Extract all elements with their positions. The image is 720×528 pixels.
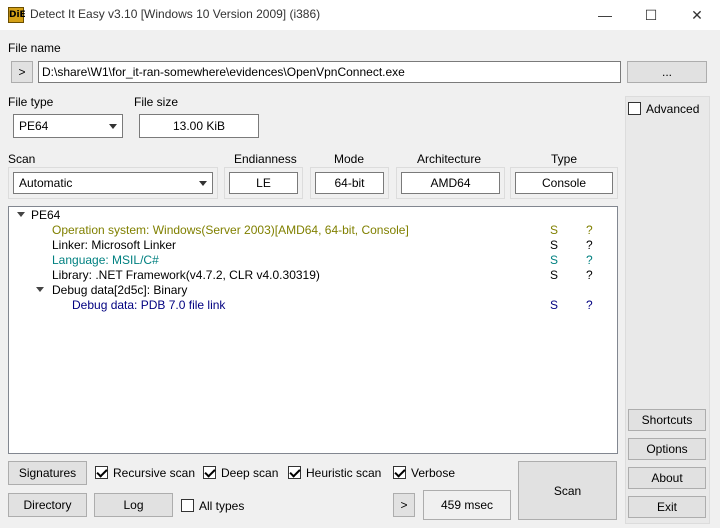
result-text: Language: MSIL/C# [52, 253, 159, 267]
heuristic-scan-label: Heuristic scan [306, 466, 382, 480]
advanced-checkbox[interactable] [628, 102, 641, 115]
close-button[interactable]: ✕ [674, 0, 720, 30]
deep-scan-checkbox[interactable] [203, 466, 216, 479]
expand-arrow-icon[interactable] [17, 212, 25, 217]
all-types-label: All types [199, 499, 245, 513]
expand-arrow-icon[interactable] [36, 287, 44, 292]
heuristic-scan-checkbox[interactable] [288, 466, 301, 479]
verbose-checkbox[interactable] [393, 466, 406, 479]
result-text: Library: .NET Framework(v4.7.2, CLR v4.0… [52, 268, 320, 282]
endianness-label: Endianness [234, 152, 297, 166]
recursive-scan-label: Recursive scan [113, 466, 196, 480]
app-logo-icon: DiE [8, 7, 26, 23]
chevron-down-icon [199, 181, 207, 186]
architecture-field: AMD64 [401, 172, 500, 194]
mode-field: 64-bit [315, 172, 384, 194]
result-s-flag[interactable]: S [550, 238, 558, 253]
result-info-flag[interactable]: ? [586, 268, 593, 283]
result-info-flag[interactable]: ? [586, 223, 593, 238]
result-text: Linker: Microsoft Linker [52, 238, 177, 252]
browse-file-button[interactable]: ... [627, 61, 707, 83]
recursive-scan-checkbox[interactable] [95, 466, 108, 479]
endianness-field: LE [229, 172, 298, 194]
result-row-library[interactable]: Library: .NET Framework(v4.7.2, CLR v4.0… [52, 268, 320, 283]
scan-mode-value: Automatic [19, 176, 73, 190]
file-size-field: 13.00 KiB [139, 114, 259, 138]
scan-label: Scan [8, 152, 36, 166]
verbose-label: Verbose [411, 466, 456, 480]
result-text: Debug data: PDB 7.0 file link [72, 298, 226, 312]
file-path-input[interactable]: D:\share\W1\for_it-ran-somewhere\evidenc… [38, 61, 621, 83]
result-row-language[interactable]: Language: MSIL/C# [52, 253, 159, 268]
result-s-flag[interactable]: S [550, 253, 558, 268]
type-label: Type [551, 152, 578, 166]
advanced-label: Advanced [646, 102, 700, 116]
result-info-flag[interactable]: ? [586, 238, 593, 253]
result-row-debug-data[interactable]: Debug data[2d5c]: Binary [52, 283, 187, 298]
result-s-flag[interactable]: S [550, 268, 558, 283]
mode-label: Mode [334, 152, 365, 166]
about-button[interactable]: About [628, 467, 706, 489]
file-type-label: File type [8, 95, 54, 109]
scan-button[interactable]: Scan [518, 461, 617, 520]
directory-button[interactable]: Directory [8, 493, 87, 517]
result-row-pdb[interactable]: Debug data: PDB 7.0 file link [72, 298, 225, 313]
result-row-linker[interactable]: Linker: Microsoft Linker [52, 238, 176, 253]
chevron-down-icon [109, 124, 117, 129]
more-options-button[interactable]: > [393, 493, 415, 517]
tree-root-item[interactable]: PE64 [31, 208, 60, 223]
result-text: Operation system: Windows(Server 2003)[A… [52, 223, 409, 237]
result-row-os[interactable]: Operation system: Windows(Server 2003)[A… [52, 223, 409, 238]
result-s-flag[interactable]: S [550, 223, 558, 238]
result-info-flag[interactable]: ? [586, 253, 593, 268]
file-prev-button[interactable]: > [11, 61, 33, 83]
log-button[interactable]: Log [94, 493, 173, 517]
result-s-flag[interactable]: S [550, 298, 558, 313]
signatures-button[interactable]: Signatures [8, 461, 87, 485]
results-tree[interactable]: PE64 Operation system: Windows(Server 20… [8, 206, 618, 454]
options-button[interactable]: Options [628, 438, 706, 460]
architecture-label: Architecture [417, 152, 482, 166]
deep-scan-label: Deep scan [221, 466, 279, 480]
minimize-button[interactable]: — [582, 0, 628, 30]
scan-mode-select[interactable]: Automatic [13, 172, 213, 194]
window-title: Detect It Easy v3.10 [Windows 10 Version… [30, 7, 321, 21]
all-types-checkbox[interactable] [181, 499, 194, 512]
file-size-label: File size [134, 95, 179, 109]
exit-button[interactable]: Exit [628, 496, 706, 518]
type-field: Console [515, 172, 613, 194]
result-info-flag[interactable]: ? [586, 298, 593, 313]
shortcuts-button[interactable]: Shortcuts [628, 409, 706, 431]
file-name-label: File name [8, 41, 61, 55]
maximize-button[interactable]: ☐ [628, 0, 674, 30]
title-bar: DiE Detect It Easy v3.10 [Windows 10 Ver… [0, 0, 720, 30]
scan-time-field: 459 msec [423, 490, 511, 520]
file-type-select[interactable]: PE64 [13, 114, 123, 138]
file-type-value: PE64 [19, 119, 49, 133]
